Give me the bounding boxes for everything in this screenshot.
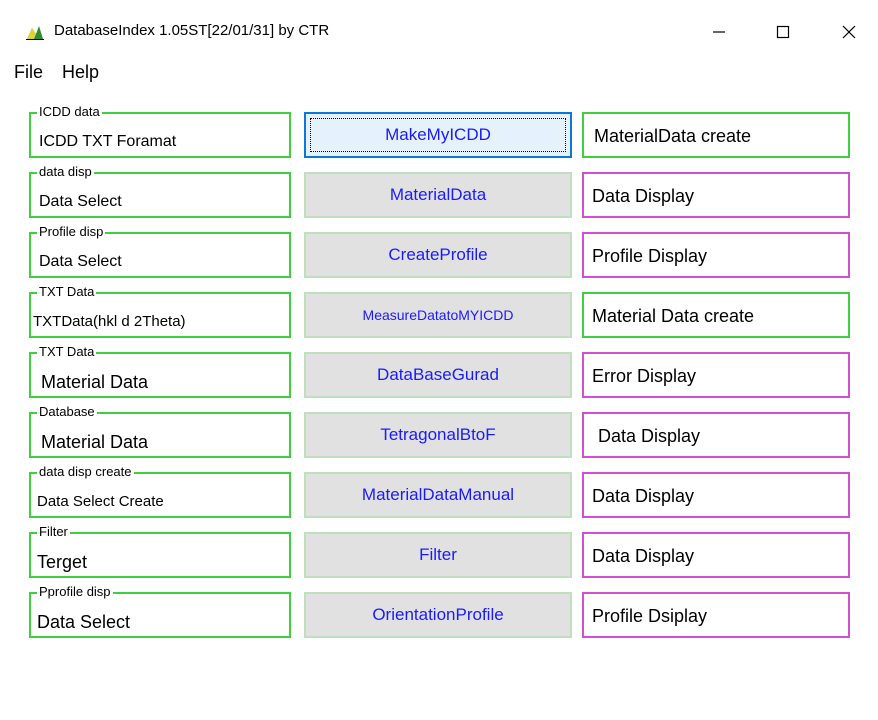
button-label: CreateProfile <box>388 245 488 264</box>
output-label: Data Display <box>582 412 850 458</box>
output-text: Data Display <box>592 546 695 566</box>
group-caption: data disp <box>37 164 94 180</box>
group-caption: Database <box>37 404 97 420</box>
menu-bar: File Help <box>0 60 878 88</box>
output-text: Data Display <box>592 186 695 206</box>
output-label: Data Display <box>582 472 850 518</box>
output-label: MaterialData create <box>582 112 850 158</box>
minimize-icon <box>713 31 725 33</box>
group-value: Data Select <box>39 193 122 210</box>
group-value: Material Data <box>41 432 149 452</box>
group-data-disp-create: data disp create Data Select Create <box>29 464 291 518</box>
group-pprofile-disp: Pprofile disp Data Select <box>29 584 291 638</box>
createprofile-button[interactable]: CreateProfile <box>304 232 572 278</box>
close-icon <box>842 25 856 39</box>
group-caption: Filter <box>37 524 70 540</box>
makemyicdd-button[interactable]: MakeMyICDD <box>304 112 572 158</box>
app-icon <box>26 24 44 40</box>
group-value: TXTData(hkl d 2Theta) <box>33 313 186 330</box>
output-label: Data Display <box>582 532 850 578</box>
maximize-icon <box>776 25 790 39</box>
group-data-disp: data disp Data Select <box>29 164 291 218</box>
button-label: DataBaseGurad <box>377 365 499 384</box>
group-txt-data-2: TXT Data Material Data <box>29 344 291 398</box>
output-text: MaterialData create <box>594 126 752 146</box>
tetragonalbtof-button[interactable]: TetragonalBtoF <box>304 412 572 458</box>
group-caption: Pprofile disp <box>37 584 113 600</box>
group-value: Material Data <box>41 372 149 392</box>
maximize-button[interactable] <box>760 12 806 52</box>
menu-help[interactable]: Help <box>62 62 99 83</box>
button-label: MeasureDatatoMYICDD <box>362 307 514 323</box>
output-label: Material Data create <box>582 292 850 338</box>
group-value: Data Select <box>37 612 131 632</box>
menu-file[interactable]: File <box>14 62 43 83</box>
output-text: Data Display <box>598 426 701 446</box>
group-value: Data Select <box>39 253 122 270</box>
filter-button[interactable]: Filter <box>304 532 572 578</box>
output-label: Profile Dsiplay <box>582 592 850 638</box>
group-value: Data Select Create <box>37 493 164 510</box>
title-bar: DatabaseIndex 1.05ST[22/01/31] by CTR <box>0 0 878 60</box>
measuredatatomyicdd-button[interactable]: MeasureDatatoMYICDD <box>304 292 572 338</box>
output-text: Profile Dsiplay <box>592 606 708 626</box>
window-title: DatabaseIndex 1.05ST[22/01/31] by CTR <box>54 22 330 39</box>
group-profile-disp: Profile disp Data Select <box>29 224 291 278</box>
orientationprofile-button[interactable]: OrientationProfile <box>304 592 572 638</box>
group-filter: Filter Terget <box>29 524 291 578</box>
group-value: Terget <box>37 552 88 572</box>
group-caption: ICDD data <box>37 104 102 120</box>
group-caption: TXT Data <box>37 344 97 360</box>
group-value: ICDD TXT Foramat <box>39 133 177 150</box>
group-caption: Profile disp <box>37 224 106 240</box>
output-text: Error Display <box>592 366 697 386</box>
output-text: Profile Display <box>592 246 708 266</box>
button-label: MaterialDataManual <box>361 485 515 504</box>
group-database: Database Material Data <box>29 404 291 458</box>
focus-rect <box>310 118 566 152</box>
output-label: Profile Display <box>582 232 850 278</box>
minimize-button[interactable] <box>696 12 742 52</box>
group-caption: TXT Data <box>37 284 97 300</box>
databasegurad-button[interactable]: DataBaseGurad <box>304 352 572 398</box>
group-icdd-data: ICDD data ICDD TXT Foramat <box>29 104 291 158</box>
materialdatamanual-button[interactable]: MaterialDataManual <box>304 472 572 518</box>
button-label: MaterialData <box>389 185 487 204</box>
output-label: Error Display <box>582 352 850 398</box>
materialdata-button[interactable]: MaterialData <box>304 172 572 218</box>
output-text: Material Data create <box>592 306 755 326</box>
group-caption: data disp create <box>37 464 134 480</box>
output-text: Data Display <box>592 486 695 506</box>
button-label: OrientationProfile <box>372 605 504 624</box>
group-txt-data: TXT Data TXTData(hkl d 2Theta) <box>29 284 291 338</box>
button-label: Filter <box>419 545 457 564</box>
close-button[interactable] <box>826 12 872 52</box>
button-label: TetragonalBtoF <box>380 425 496 444</box>
output-label: Data Display <box>582 172 850 218</box>
